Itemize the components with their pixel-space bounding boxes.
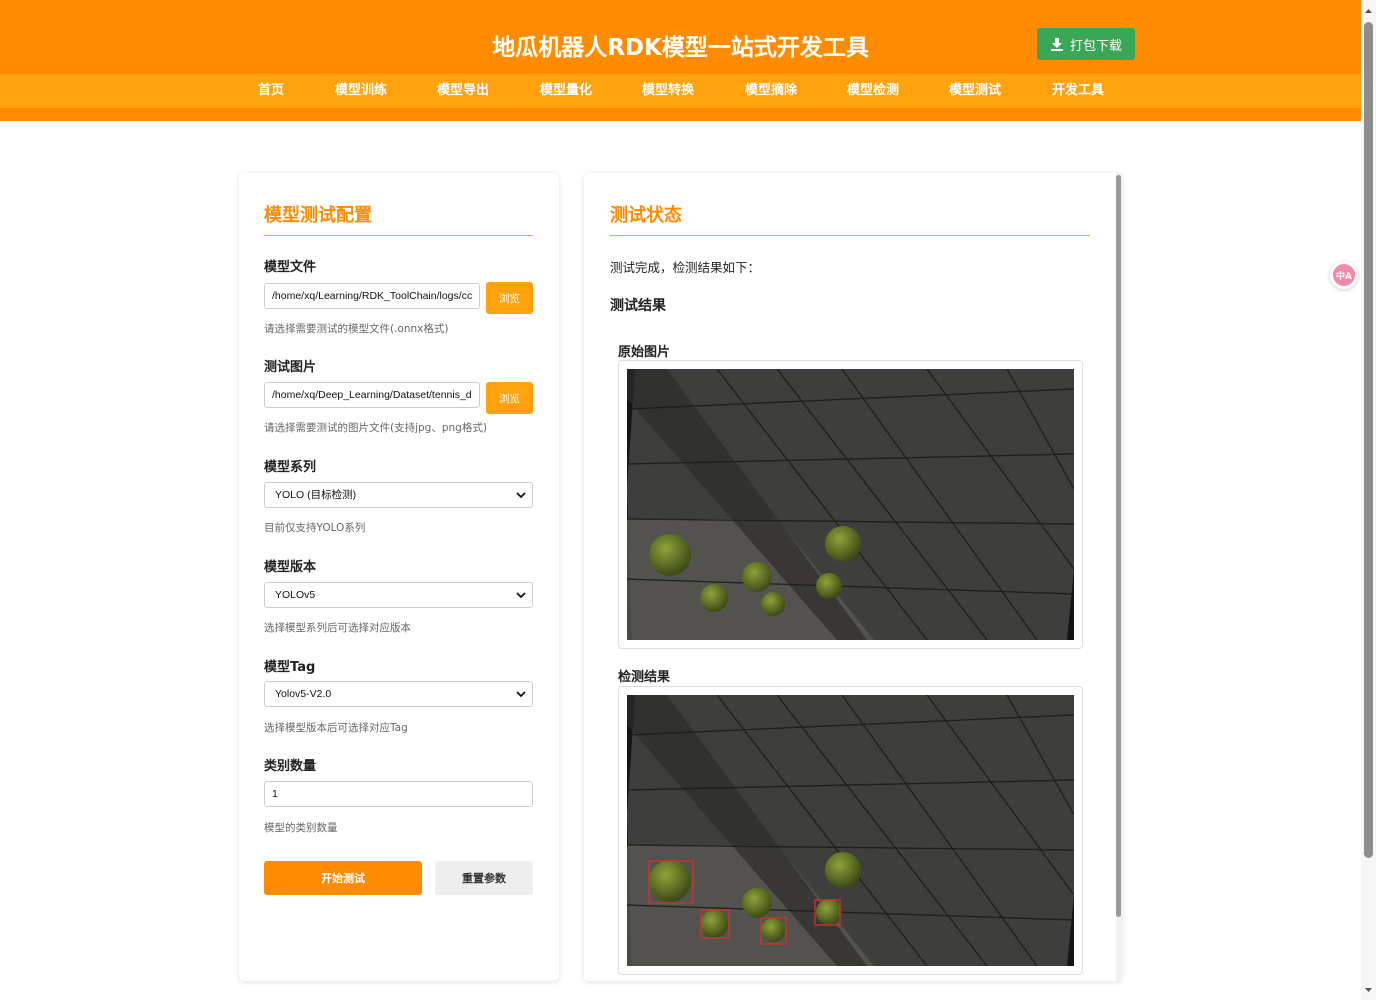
download-button[interactable]: 打包下载 bbox=[1037, 28, 1135, 60]
original-image bbox=[627, 369, 1074, 640]
model-tag-label: 模型Tag bbox=[264, 660, 316, 675]
nav-item-quantize[interactable]: 模型量化 bbox=[540, 74, 592, 108]
main-nav: 首页 模型训练 模型导出 模型量化 模型转换 模型摘除 模型检测 模型测试 开发… bbox=[0, 74, 1361, 108]
test-image-browse-button[interactable]: 浏览 bbox=[486, 382, 533, 414]
model-file-hint: 请选择需要测试的模型文件(.onnx格式) bbox=[264, 323, 449, 335]
app-title: 地瓜机器人RDK模型一站式开发工具 bbox=[492, 35, 869, 61]
original-image-frame bbox=[618, 360, 1083, 649]
model-file-input[interactable]: /home/xq/Learning/RDK_ToolChain/logs/cc bbox=[264, 283, 480, 309]
status-panel-scroll-thumb[interactable] bbox=[1116, 175, 1121, 917]
status-title-divider bbox=[610, 235, 1090, 236]
translate-button[interactable]: 中A bbox=[1330, 261, 1358, 289]
nav-item-devtools[interactable]: 开发工具 bbox=[1052, 74, 1104, 108]
test-image-hint: 请选择需要测试的图片文件(支持jpg、png格式) bbox=[264, 422, 487, 434]
page-scroll-thumb[interactable] bbox=[1364, 22, 1373, 858]
model-tag-hint: 选择模型版本后可选择对应Tag bbox=[264, 722, 408, 734]
model-tag-value: Yolov5-V2.0 bbox=[275, 688, 332, 700]
detection-image-frame bbox=[618, 686, 1083, 975]
chevron-down-icon bbox=[516, 592, 526, 599]
model-series-select[interactable]: YOLO (目标检测) bbox=[264, 482, 533, 508]
model-version-hint: 选择模型系列后可选择对应版本 bbox=[264, 622, 411, 634]
class-count-hint: 模型的类别数量 bbox=[264, 822, 338, 834]
start-test-button[interactable]: 开始测试 bbox=[264, 861, 422, 895]
model-version-value: YOLOv5 bbox=[275, 589, 316, 601]
header-top: 地瓜机器人RDK模型一站式开发工具 打包下载 bbox=[0, 0, 1361, 74]
nav-item-home[interactable]: 首页 bbox=[258, 74, 284, 108]
chevron-down-icon bbox=[516, 492, 526, 499]
download-button-label: 打包下载 bbox=[1069, 38, 1122, 54]
nav-item-train[interactable]: 模型训练 bbox=[335, 74, 387, 108]
app-header: 地瓜机器人RDK模型一站式开发工具 打包下载 首页 模型训练 模型导出 模型量化… bbox=[0, 0, 1361, 121]
test-config-card: 模型测试配置 模型文件 /home/xq/Learning/RDK_ToolCh… bbox=[239, 173, 559, 981]
nav-item-test[interactable]: 模型测试 bbox=[949, 74, 1001, 108]
model-version-select[interactable]: YOLOv5 bbox=[264, 582, 533, 608]
detection-image bbox=[627, 695, 1074, 966]
chevron-down-icon bbox=[516, 691, 526, 698]
status-title: 测试状态 bbox=[610, 205, 682, 226]
model-version-label: 模型版本 bbox=[264, 560, 317, 575]
test-image-label: 测试图片 bbox=[264, 360, 317, 375]
status-message: 测试完成，检测结果如下： bbox=[610, 260, 761, 275]
config-title: 模型测试配置 bbox=[264, 205, 372, 226]
test-image-input[interactable]: /home/xq/Deep_Learning/Dataset/tennis_d bbox=[264, 382, 480, 408]
test-status-card: 测试状态 测试完成，检测结果如下： 测试结果 原始图片 检测结果 bbox=[584, 173, 1122, 981]
nav-item-check[interactable]: 模型检测 bbox=[847, 74, 899, 108]
reset-params-button[interactable]: 重置参数 bbox=[435, 861, 533, 895]
model-series-label: 模型系列 bbox=[264, 460, 317, 475]
scroll-up-arrow-icon[interactable] bbox=[1364, 7, 1373, 15]
model-file-label: 模型文件 bbox=[264, 260, 317, 275]
results-heading: 测试结果 bbox=[610, 298, 666, 314]
download-icon bbox=[1050, 38, 1063, 51]
original-image-label: 原始图片 bbox=[618, 345, 671, 360]
detection-image-label: 检测结果 bbox=[618, 670, 671, 685]
class-count-input[interactable]: 1 bbox=[264, 781, 533, 807]
scroll-down-arrow-icon[interactable] bbox=[1364, 986, 1373, 994]
model-tag-select[interactable]: Yolov5-V2.0 bbox=[264, 681, 533, 707]
nav-item-remove[interactable]: 模型摘除 bbox=[745, 74, 797, 108]
class-count-label: 类别数量 bbox=[264, 759, 317, 774]
nav-item-export[interactable]: 模型导出 bbox=[437, 74, 489, 108]
nav-item-convert[interactable]: 模型转换 bbox=[642, 74, 694, 108]
model-series-hint: 目前仅支持YOLO系列 bbox=[264, 522, 366, 534]
translate-icon: 中A bbox=[1333, 264, 1355, 286]
model-series-value: YOLO (目标检测) bbox=[275, 489, 357, 501]
config-title-divider bbox=[264, 235, 533, 236]
model-file-browse-button[interactable]: 浏览 bbox=[486, 282, 533, 314]
